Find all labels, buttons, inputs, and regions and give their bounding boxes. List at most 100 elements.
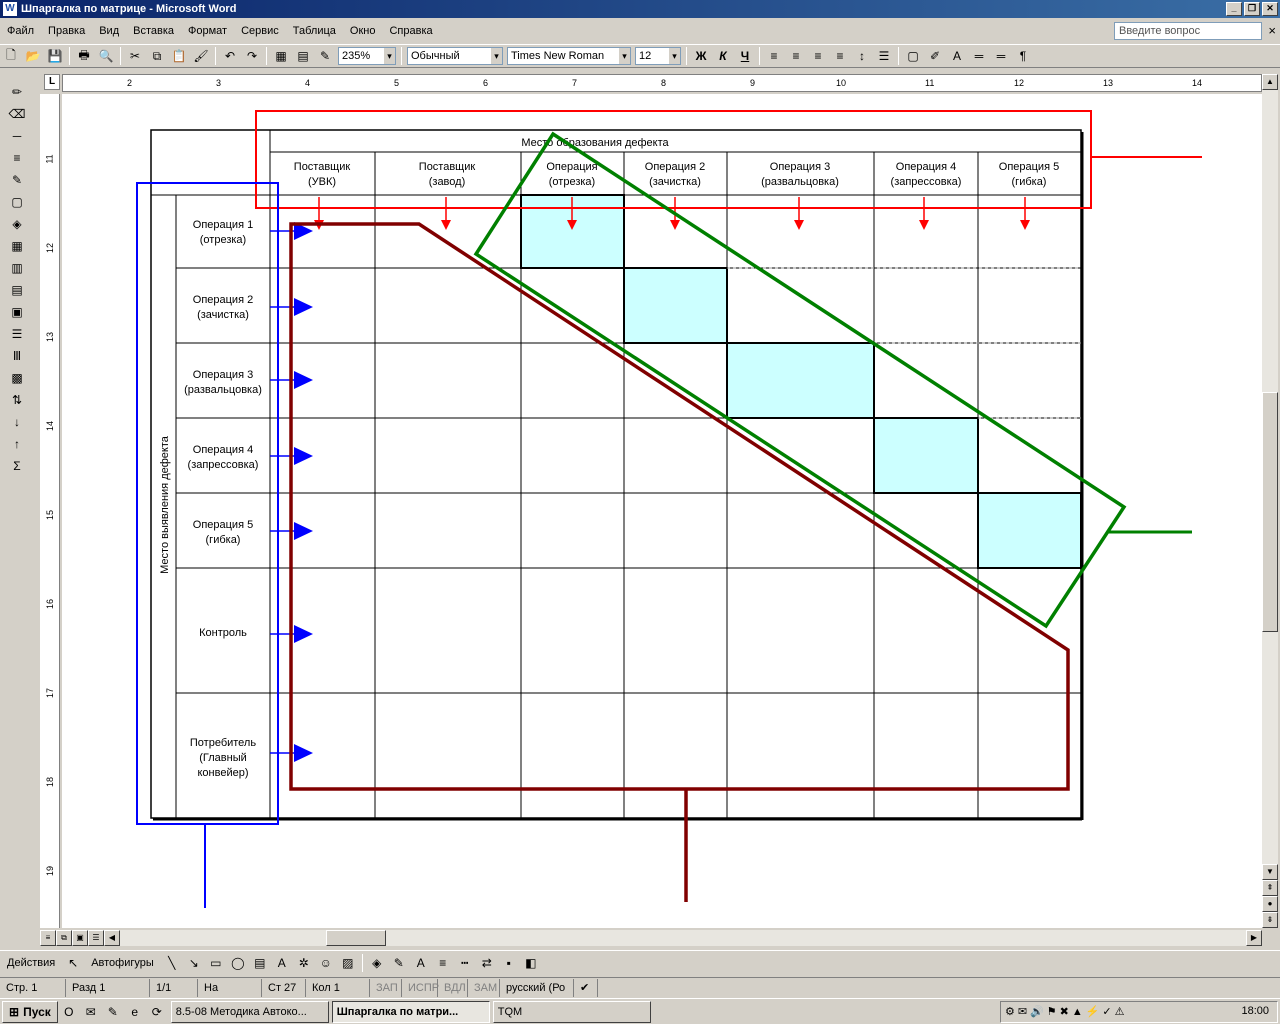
menu-edit[interactable]: Правка (41, 25, 92, 37)
line-spacing-icon[interactable]: ↕ (851, 46, 873, 66)
line-style-icon[interactable]: ≡ (432, 953, 454, 973)
3d-icon[interactable]: ◧ (520, 953, 542, 973)
status-ext[interactable]: ВДЛ (438, 978, 468, 997)
document-page[interactable]: Место образования дефекта Поставщик (УВК… (62, 94, 1262, 928)
menu-help[interactable]: Справка (382, 25, 439, 37)
distribute-rows-icon[interactable]: ☰ (6, 324, 28, 344)
font-select[interactable]: Times New Roman (507, 47, 631, 65)
underline-button[interactable]: Ч (734, 46, 756, 66)
paste-icon[interactable]: 📋 (168, 46, 190, 66)
tab-selector[interactable]: L (44, 74, 60, 90)
drawing-icon[interactable]: ✎ (314, 46, 336, 66)
save-icon[interactable]: 💾 (44, 46, 66, 66)
insert-table-icon[interactable]: ▦ (6, 236, 28, 256)
zoom-select[interactable]: 235% (338, 47, 396, 65)
undo-icon[interactable]: ↶ (219, 46, 241, 66)
draw-table-icon[interactable]: ✏ (6, 82, 28, 102)
cut-icon[interactable]: ✂ (124, 46, 146, 66)
oval-tool-icon[interactable]: ◯ (227, 953, 249, 973)
status-ovr[interactable]: ЗАМ (468, 978, 500, 997)
diagram-icon[interactable]: ✲ (293, 953, 315, 973)
taskbar-item[interactable]: 8.5-08 Методика Автоко... (170, 1000, 329, 1023)
select-browse-object-icon[interactable]: ● (1262, 896, 1278, 912)
previous-page-icon[interactable]: ⇞ (1262, 880, 1278, 896)
sort-ascending-icon[interactable]: ↓ (6, 412, 28, 432)
insert-table-icon[interactable]: ▤ (292, 46, 314, 66)
tray-icons[interactable]: ⚙✉🔊⚑✖▲⚡✓⚠ (1005, 1005, 1128, 1018)
bold-button[interactable]: Ж (690, 46, 712, 66)
distribute-columns-icon[interactable]: Ⅲ (6, 346, 28, 366)
text-direction-icon[interactable]: ⇅ (6, 390, 28, 410)
status-trk[interactable]: ИСПР (402, 978, 439, 997)
menu-format[interactable]: Формат (181, 25, 234, 37)
align-center-icon[interactable]: ≡ (785, 46, 807, 66)
opera-icon[interactable]: O (58, 1002, 80, 1022)
scroll-up-icon[interactable]: ▲ (1262, 74, 1278, 90)
redo-icon[interactable]: ↷ (241, 46, 263, 66)
arrow-tool-icon[interactable]: ↘ (183, 953, 205, 973)
line-style-icon[interactable]: ═ (968, 46, 990, 66)
line-weight-icon[interactable]: ≡ (6, 148, 28, 168)
line-style-icon[interactable]: ─ (6, 126, 28, 146)
show-hide-button[interactable]: ¶ (1012, 46, 1034, 66)
start-button[interactable]: ⊞ Пуск (2, 1000, 58, 1023)
font-color-icon[interactable]: A (410, 953, 432, 973)
autosum-icon[interactable]: Σ (6, 456, 28, 476)
merge-cells-icon[interactable]: ▥ (6, 258, 28, 278)
spelling-status-icon[interactable]: ✔ (574, 978, 598, 997)
scroll-thumb[interactable] (326, 930, 386, 946)
border-color-icon[interactable]: ✎ (6, 170, 28, 190)
menu-file[interactable]: Файл (0, 25, 41, 37)
italic-button[interactable]: К (712, 46, 734, 66)
tool-icon[interactable]: ✎ (102, 1002, 124, 1022)
vertical-scrollbar[interactable]: ▲ ▼ ⇞ ● ⇟ (1262, 74, 1278, 928)
align-right-icon[interactable]: ≡ (807, 46, 829, 66)
print-icon[interactable]: 🖶 (73, 46, 95, 66)
close-button[interactable]: ✕ (1262, 2, 1278, 16)
next-page-icon[interactable]: ⇟ (1262, 912, 1278, 928)
justify-icon[interactable]: ≡ (829, 46, 851, 66)
normal-view-icon[interactable]: ≡ (40, 930, 56, 946)
font-size-select[interactable]: 12 (635, 47, 681, 65)
print-preview-icon[interactable]: 🔍 (95, 46, 117, 66)
menu-window[interactable]: Окно (343, 25, 383, 37)
shadow-icon[interactable]: ▪ (498, 953, 520, 973)
restore-button[interactable]: ❐ (1244, 2, 1260, 16)
taskbar-item[interactable]: TQM (492, 1000, 651, 1023)
picture-icon[interactable]: ▨ (337, 953, 359, 973)
line-weight-icon[interactable]: ═ (990, 46, 1012, 66)
menu-view[interactable]: Вид (92, 25, 126, 37)
horizontal-scrollbar[interactable]: ≡ ⧉ ▣ ☰ ◀ ▶ (40, 930, 1262, 946)
fill-color-icon[interactable]: ◈ (366, 953, 388, 973)
copy-icon[interactable]: ⧉ (146, 46, 168, 66)
refresh-icon[interactable]: ⟳ (146, 1002, 168, 1022)
font-color-icon[interactable]: A (946, 46, 968, 66)
line-color-icon[interactable]: ✎ (388, 953, 410, 973)
ask-question-input[interactable]: Введите вопрос (1114, 22, 1262, 40)
split-cells-icon[interactable]: ▤ (6, 280, 28, 300)
align-left-icon[interactable]: ≡ (763, 46, 785, 66)
clipart-icon[interactable]: ☺ (315, 953, 337, 973)
align-cell-icon[interactable]: ▣ (6, 302, 28, 322)
menu-table[interactable]: Таблица (286, 25, 343, 37)
scroll-down-icon[interactable]: ▼ (1262, 864, 1278, 880)
new-document-icon[interactable]: 🗋 (0, 46, 22, 66)
shading-icon[interactable]: ◈ (6, 214, 28, 234)
wordart-icon[interactable]: A (271, 953, 293, 973)
taskbar-item-active[interactable]: Шпаргалка по матри... (331, 1000, 490, 1023)
autoformat-icon[interactable]: ▩ (6, 368, 28, 388)
style-select[interactable]: Обычный (407, 47, 503, 65)
sort-descending-icon[interactable]: ↑ (6, 434, 28, 454)
status-rec[interactable]: ЗАП (370, 978, 402, 997)
scroll-right-icon[interactable]: ▶ (1246, 930, 1262, 946)
autoshapes-menu[interactable]: Автофигуры (84, 957, 161, 969)
numbering-icon[interactable]: ☰ (873, 46, 895, 66)
rectangle-tool-icon[interactable]: ▭ (205, 953, 227, 973)
menu-tools[interactable]: Сервис (234, 25, 286, 37)
format-painter-icon[interactable]: 🖌 (190, 46, 212, 66)
web-view-icon[interactable]: ⧉ (56, 930, 72, 946)
outline-view-icon[interactable]: ☰ (88, 930, 104, 946)
open-icon[interactable]: 📂 (22, 46, 44, 66)
highlight-icon[interactable]: ✐ (924, 46, 946, 66)
print-layout-icon[interactable]: ▣ (72, 930, 88, 946)
